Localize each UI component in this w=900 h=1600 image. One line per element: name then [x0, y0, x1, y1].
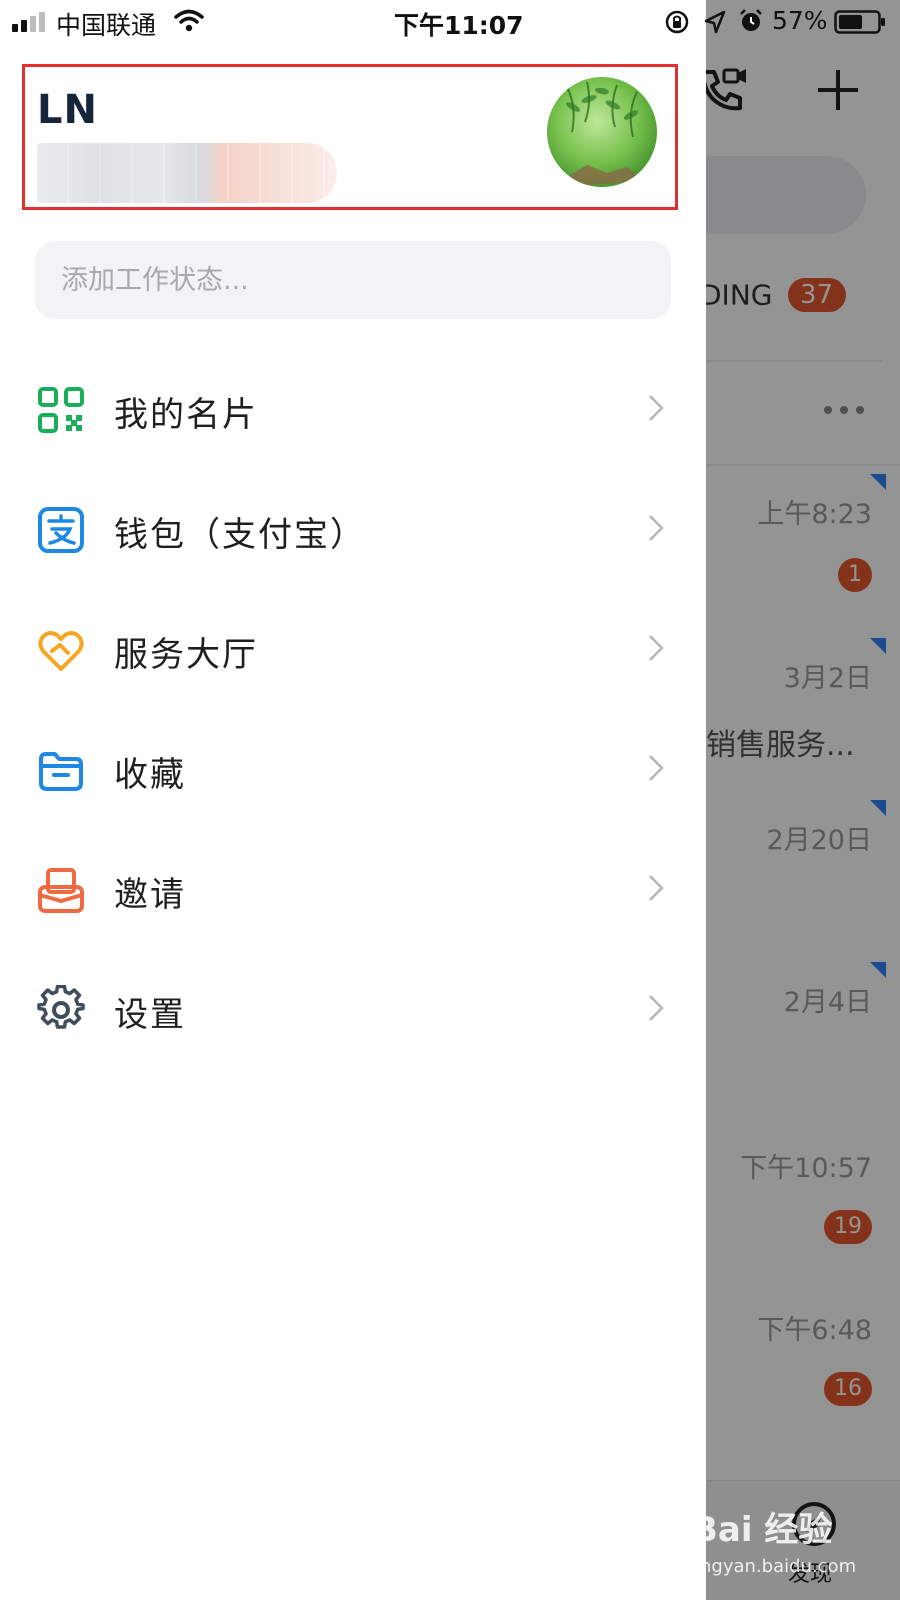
chevron-right-icon [649, 515, 664, 541]
invite-icon [38, 868, 84, 913]
menu-item-invite[interactable]: 邀请 [0, 837, 706, 937]
chevron-right-icon [649, 995, 664, 1021]
carrier-name: 中国联通 [56, 11, 157, 40]
battery-icon [834, 10, 885, 34]
menu-item-label: 设置 [114, 995, 186, 1035]
chevron-right-icon [649, 395, 664, 421]
menu-item-label: 邀请 [114, 875, 186, 915]
qr-code-icon [38, 387, 84, 433]
folder-icon [39, 752, 83, 791]
menu-item-business-card[interactable]: 我的名片 [0, 357, 706, 457]
side-drawer: LN 添加工作状态... 我的名片 钱包（支付宝） 服务大厅 收藏 邀请 设置 [0, 0, 706, 1600]
chevron-right-icon [649, 875, 664, 901]
battery-percent: 57% [772, 6, 828, 35]
menu-item-wallet[interactable]: 钱包（支付宝） [0, 477, 706, 577]
menu-item-label: 服务大厅 [114, 635, 258, 675]
avatar[interactable] [547, 77, 657, 187]
work-status-field[interactable] [35, 241, 671, 319]
menu-item-label: 钱包（支付宝） [114, 515, 366, 555]
location-icon [704, 10, 726, 34]
menu-item-settings[interactable]: 设置 [0, 957, 706, 1057]
rotation-lock-icon [665, 10, 689, 34]
profile-name: LN [37, 87, 98, 133]
signal-icon [12, 12, 45, 32]
menu-item-label: 我的名片 [114, 395, 258, 435]
alarm-icon [740, 9, 762, 31]
profile-subtitle-redacted [37, 143, 337, 203]
wifi-icon [174, 9, 204, 32]
profile-header[interactable]: LN [22, 64, 678, 210]
menu-item-service-hall[interactable]: 服务大厅 [0, 597, 706, 697]
avatar-image [565, 81, 643, 187]
watermark-url: jingyan.baidu.com [690, 1556, 857, 1577]
status-bar: 中国联通 下午11:07 57% [0, 0, 900, 44]
clock: 下午11:07 [394, 11, 524, 40]
work-status-input[interactable] [35, 241, 671, 319]
menu-item-favorites[interactable]: 收藏 [0, 717, 706, 817]
heart-handshake-icon [38, 631, 84, 671]
chevron-right-icon [649, 635, 664, 661]
alipay-icon [38, 507, 84, 553]
gear-icon [37, 985, 85, 1029]
baidu-watermark: Bai 经验 jingyan.baidu.com [686, 1500, 896, 1590]
watermark-brand: Bai 经验 [692, 1510, 833, 1550]
chevron-right-icon [649, 755, 664, 781]
menu-item-label: 收藏 [114, 755, 186, 795]
